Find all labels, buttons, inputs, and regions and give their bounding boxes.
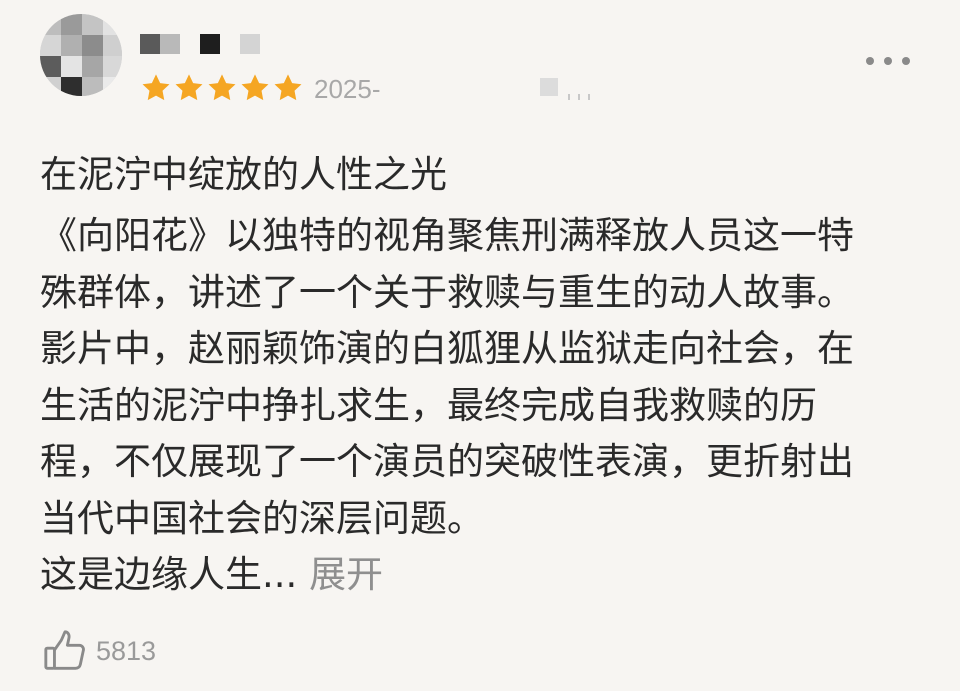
redacted-block [566, 94, 600, 100]
review-body-line: 当代中国社会的深层问题。 [40, 496, 484, 540]
review-body[interactable]: 《向阳花》以独特的视角聚焦刑满释放人员这一特 殊群体，讲述了一个关于救赎与重生的… [40, 208, 930, 604]
star-icon [206, 72, 238, 104]
star-icon [140, 72, 172, 104]
review-title: 在泥泞中绽放的人性之光 [40, 153, 447, 196]
star-rating [140, 72, 304, 104]
review-body-line: 《向阳花》以独特的视角聚焦刑满释放人员这一特 [40, 214, 854, 257]
review-body-truncated: 这是边缘人生... [40, 553, 298, 596]
review-body-line: 影片中，赵丽颖饰演的白狐狸从监狱走向社会，在 [40, 327, 854, 370]
review-date: 2025- [314, 74, 381, 104]
star-icon [239, 72, 271, 104]
star-icon [272, 72, 304, 104]
more-dot [902, 57, 910, 65]
review-body-last-line: 这是边缘人生... 展开 [40, 547, 930, 604]
like-row: 5813 [42, 628, 156, 674]
review-card: 2025- 在泥泞中绽放的人性之光 《向阳花》以独特的视角聚焦刑满释放人员这一特… [0, 0, 960, 691]
username[interactable] [140, 34, 270, 56]
thumbs-up-icon[interactable] [42, 628, 88, 674]
more-dot [884, 57, 892, 65]
review-body-line: 程，不仅展现了一个演员的突破性表演，更折射出 [40, 440, 854, 483]
review-body-line: 生活的泥泞中挣扎求生，最终完成自我救赎的历 [40, 383, 817, 427]
review-body-line: 殊群体，讲述了一个关于救赎与重生的动人故事。 [40, 270, 854, 314]
star-icon [173, 72, 205, 104]
avatar[interactable] [40, 14, 122, 96]
expand-link[interactable]: 展开 [309, 553, 383, 596]
more-icon[interactable] [866, 50, 910, 72]
more-dot [866, 57, 874, 65]
redacted-block [540, 78, 558, 96]
like-count: 5813 [96, 636, 157, 666]
